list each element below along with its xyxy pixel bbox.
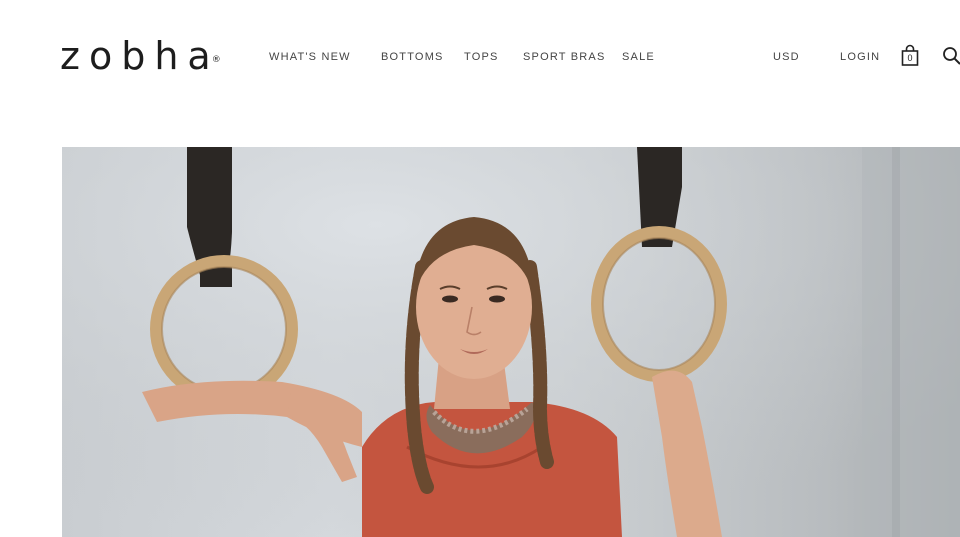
nav-item-whats-new[interactable]: WHAT'S NEW	[269, 51, 351, 63]
cart-count: 0	[907, 53, 913, 63]
login-link[interactable]: LOGIN	[840, 51, 880, 63]
search-button[interactable]	[942, 46, 960, 66]
nav-item-bottoms[interactable]: BOTTOMS	[381, 51, 444, 63]
nav-item-sport-bras[interactable]: SPORT BRAS	[523, 51, 606, 63]
search-icon	[943, 47, 960, 65]
brand-name: zobha	[60, 34, 220, 78]
hero-banner[interactable]	[62, 147, 960, 537]
registered-mark: ®	[211, 55, 221, 65]
hero-image	[62, 147, 960, 537]
nav-item-tops[interactable]: TOPS	[464, 51, 499, 63]
brand-logo[interactable]: zobha®	[60, 36, 229, 76]
nav-item-sale[interactable]: SALE	[622, 51, 655, 63]
cart-button[interactable]: 0	[900, 44, 920, 68]
currency-selector[interactable]: USD	[773, 51, 800, 63]
